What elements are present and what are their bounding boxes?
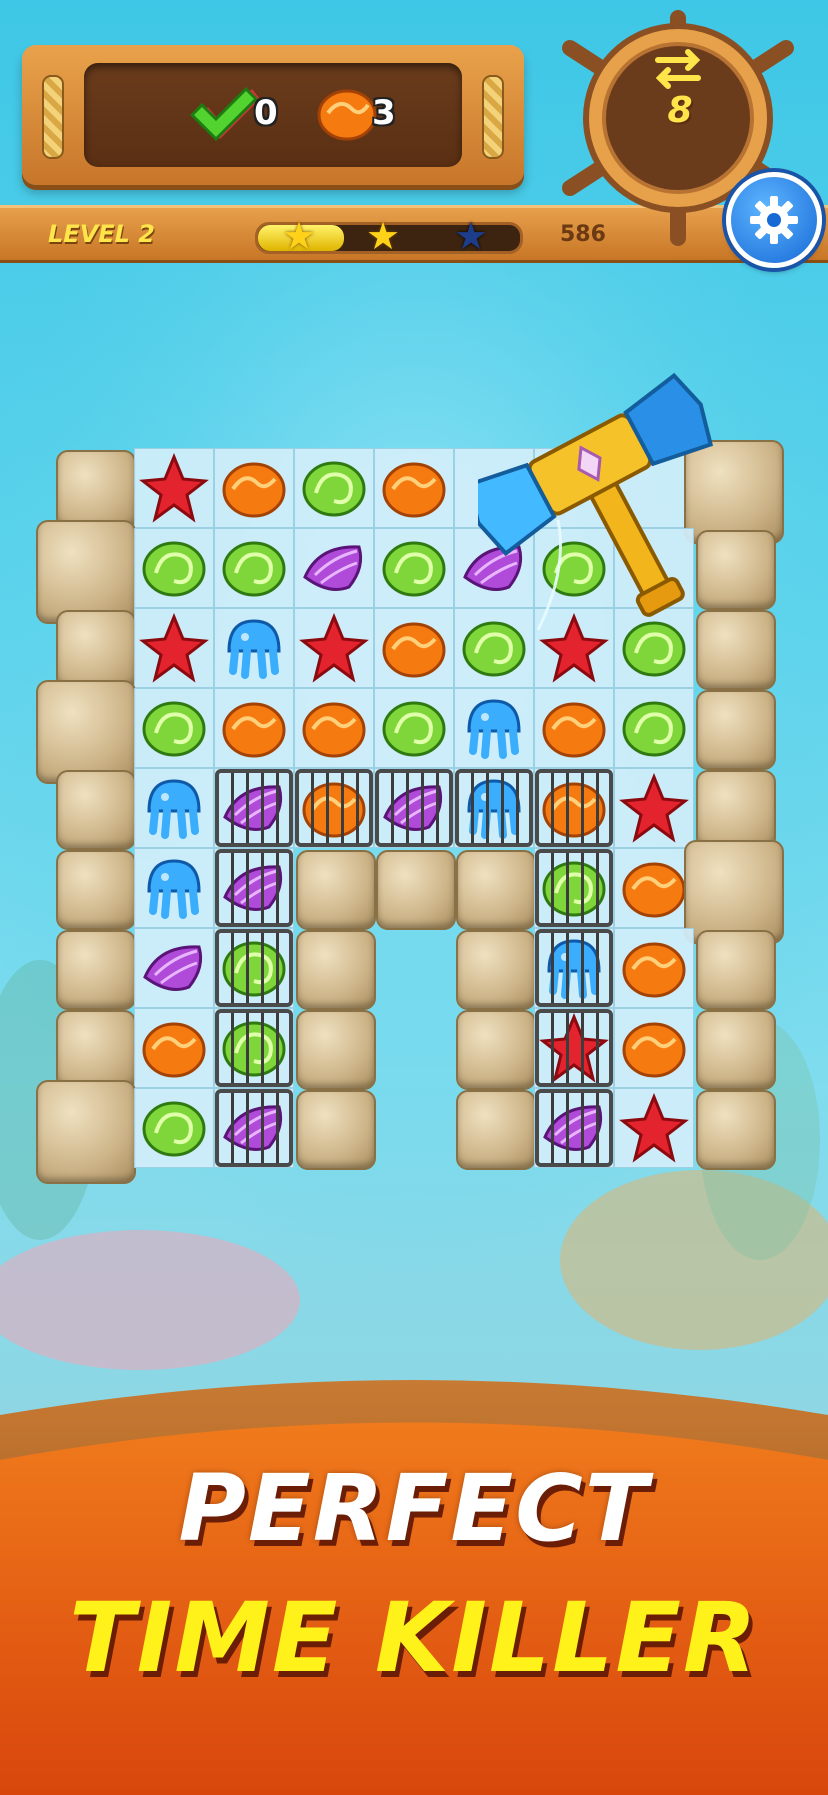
cage-blocker — [295, 769, 373, 847]
moves-count: 8 — [667, 90, 693, 131]
cage-blocker — [535, 1089, 613, 1167]
score-progress: ★ ★ ★ — [255, 217, 523, 255]
orange-piece[interactable] — [534, 688, 614, 768]
rock-block — [696, 690, 776, 770]
rock-block — [696, 930, 776, 1010]
tagline-line-2: TIME KILLER — [69, 1582, 759, 1694]
green-piece[interactable] — [134, 528, 214, 608]
starfish-piece[interactable] — [294, 608, 374, 688]
rock-block — [296, 850, 376, 930]
cage-blocker — [535, 929, 613, 1007]
purple-piece[interactable] — [294, 528, 374, 608]
gear-icon — [750, 196, 798, 244]
green-piece[interactable] — [614, 688, 694, 768]
jelly-piece[interactable] — [214, 608, 294, 688]
green-check-icon — [190, 86, 260, 142]
jelly-piece[interactable] — [454, 688, 534, 768]
purple-piece[interactable] — [134, 928, 214, 1008]
rock-block — [56, 930, 136, 1010]
rock-block — [56, 1010, 136, 1090]
hammer-icon[interactable] — [478, 370, 736, 630]
rock-block — [456, 1090, 536, 1170]
starfish-piece[interactable] — [134, 448, 214, 528]
starfish-piece[interactable] — [614, 1088, 694, 1168]
rock-block — [684, 840, 784, 944]
orange-piece[interactable] — [294, 688, 374, 768]
rock-block — [36, 1080, 136, 1184]
rock-block — [56, 770, 136, 850]
rope-right-decoration — [482, 75, 504, 159]
rock-block — [696, 770, 776, 850]
green-piece[interactable] — [374, 528, 454, 608]
goal-item-check: 0 — [190, 83, 278, 143]
cage-blocker — [215, 1089, 293, 1167]
goal-count-check: 0 — [254, 93, 278, 133]
cage-blocker — [535, 849, 613, 927]
settings-button[interactable] — [726, 172, 822, 268]
rock-block — [36, 680, 136, 784]
rock-block — [456, 1010, 536, 1090]
rock-block — [56, 610, 136, 690]
green-piece[interactable] — [294, 448, 374, 528]
jelly-piece[interactable] — [134, 848, 214, 928]
rock-block — [56, 450, 136, 530]
cage-blocker — [215, 849, 293, 927]
green-piece[interactable] — [134, 688, 214, 768]
rope-left-decoration — [42, 75, 64, 159]
orange-piece[interactable] — [374, 448, 454, 528]
rock-block — [456, 930, 536, 1010]
orange-shell-icon — [317, 89, 377, 141]
cage-blocker — [215, 929, 293, 1007]
star-1-icon: ★ — [282, 214, 317, 258]
goal-count-shell: 3 — [372, 93, 396, 133]
orange-piece[interactable] — [134, 1008, 214, 1088]
jelly-piece[interactable] — [134, 768, 214, 848]
rock-block — [296, 1010, 376, 1090]
orange-piece[interactable] — [614, 928, 694, 1008]
cage-blocker — [535, 769, 613, 847]
cage-blocker — [215, 1009, 293, 1087]
rock-block — [296, 1090, 376, 1170]
cage-blocker — [455, 769, 533, 847]
starfish-piece[interactable] — [614, 768, 694, 848]
rock-block — [376, 850, 456, 930]
rock-block — [456, 850, 536, 930]
tagline-line-1: PERFECT — [178, 1455, 650, 1562]
orange-piece[interactable] — [614, 1008, 694, 1088]
cage-blocker — [535, 1009, 613, 1087]
rock-block — [296, 930, 376, 1010]
orange-piece[interactable] — [614, 848, 694, 928]
green-piece[interactable] — [134, 1088, 214, 1168]
green-piece[interactable] — [374, 688, 454, 768]
orange-piece[interactable] — [214, 448, 294, 528]
starfish-piece[interactable] — [134, 608, 214, 688]
rock-block — [696, 1010, 776, 1090]
orange-piece[interactable] — [374, 608, 454, 688]
rock-block — [56, 850, 136, 930]
bottom-banner — [0, 1380, 828, 1795]
level-label: LEVEL 2 — [48, 220, 156, 248]
goal-item-shell: 3 — [316, 83, 396, 143]
orange-piece[interactable] — [214, 688, 294, 768]
goal-panel: 0 3 — [22, 45, 524, 185]
star-2-icon: ★ — [366, 214, 401, 258]
star-3-icon: ★ — [454, 214, 489, 258]
cage-blocker — [375, 769, 453, 847]
green-piece[interactable] — [214, 528, 294, 608]
rock-block — [696, 1090, 776, 1170]
rock-block — [36, 520, 136, 624]
cage-blocker — [215, 769, 293, 847]
